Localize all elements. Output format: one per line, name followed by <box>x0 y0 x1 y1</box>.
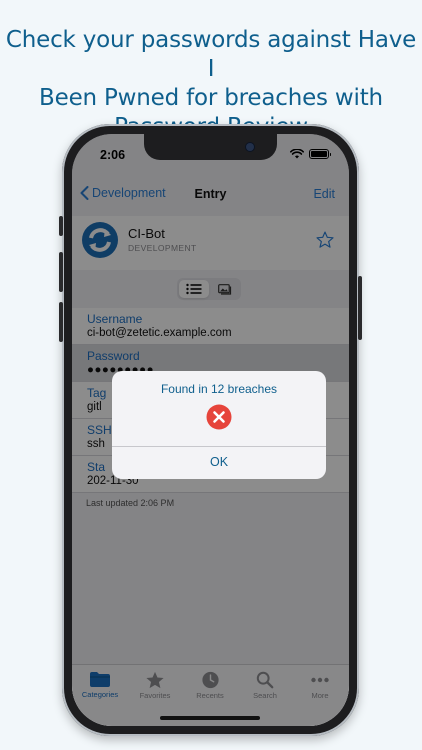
mute-switch <box>59 216 63 236</box>
home-indicator <box>160 716 260 720</box>
side-button <box>358 276 362 340</box>
breach-alert-dialog: Found in 12 breaches OK <box>112 371 326 479</box>
alert-title: Found in 12 breaches <box>160 382 278 396</box>
headline-line-1: Check your passwords against Have I <box>5 27 417 82</box>
alert-ok-button[interactable]: OK <box>112 446 326 479</box>
headline-line-2: Been Pwned for breaches with <box>39 85 383 111</box>
error-x-icon <box>206 404 232 430</box>
camera-icon <box>246 143 254 151</box>
phone-frame: 2:06 Development Entry Edit CI-Bot DEVEL… <box>59 124 362 736</box>
volume-down-button <box>59 302 63 342</box>
notch <box>144 134 277 160</box>
volume-up-button <box>59 252 63 292</box>
phone-screen: 2:06 Development Entry Edit CI-Bot DEVEL… <box>72 134 349 726</box>
